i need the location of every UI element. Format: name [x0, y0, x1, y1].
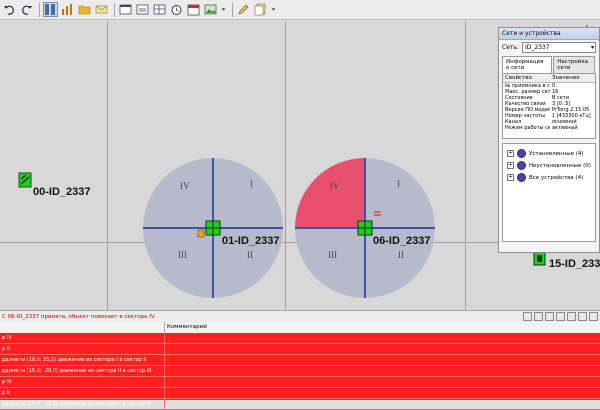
log-cell: р II [0, 388, 165, 398]
table-row[interactable]: р II [0, 344, 600, 355]
node-label: 15-ID_2337 [549, 258, 600, 270]
table-row[interactable]: р II [0, 388, 600, 399]
device-group-icon [517, 149, 526, 158]
close-icon[interactable] [589, 312, 598, 321]
tree-item-label: Установленные (4) [529, 150, 584, 157]
log-cell: р II [0, 344, 165, 354]
sector-label-i: I [397, 179, 400, 189]
network-select[interactable]: ID_2337 [521, 42, 596, 53]
window-list-icon[interactable] [135, 2, 150, 17]
networks-panel[interactable]: Сети и устройства Сеть: ID_2337 Информац… [498, 27, 600, 253]
device-group-icon [517, 161, 526, 170]
clear-icon[interactable] [567, 312, 576, 321]
mail-icon[interactable] [94, 2, 109, 17]
window-icon[interactable] [118, 2, 133, 17]
table-row[interactable]: рдинаты (17,4; -29,0) движение из сектор… [0, 399, 600, 410]
sector-label-iii: III [328, 250, 337, 260]
expand-icon[interactable]: + [507, 150, 514, 157]
log-toolbar: С 06-ID_2337 принята, объект повисает в … [0, 310, 600, 322]
alarm-clock-icon[interactable] [169, 2, 184, 17]
tree-item-installed[interactable]: + Установленные (4) [507, 149, 595, 158]
chevron-down-icon[interactable] [220, 2, 227, 17]
property-key: Режим работы сети [505, 125, 550, 131]
log-title: С 06-ID_2337 принята, объект повисает в … [2, 313, 155, 320]
sector-label-ii: II [398, 250, 404, 260]
sector-label-iii: III [178, 250, 187, 260]
table-row[interactable]: рдинаты (15,0; -29,0) движение из сектор… [0, 366, 600, 377]
device-group-icon [517, 173, 526, 182]
log-cell: рдинаты (15,0; -29,0) движение из сектор… [0, 366, 165, 376]
table-row[interactable]: рдинаты (19,0; 25,5) движение из сектора… [0, 355, 600, 366]
grid-view-icon[interactable] [43, 2, 58, 17]
column-header[interactable] [0, 322, 165, 333]
node-label: 06-ID_2337 [373, 235, 431, 247]
export-icon[interactable] [545, 312, 554, 321]
toolbar-separator [114, 2, 115, 17]
toolbar [0, 0, 600, 20]
undo-icon[interactable] [2, 2, 17, 17]
lock-icon [197, 229, 205, 238]
table-row[interactable]: р IV [0, 333, 600, 344]
node-label: 01-ID_2337 [222, 235, 280, 247]
expand-icon[interactable]: + [507, 174, 514, 181]
filter-icon[interactable] [534, 312, 543, 321]
redo-icon[interactable] [19, 2, 34, 17]
image-icon[interactable] [203, 2, 218, 17]
log-cell: рдинаты (19,0; 25,5) движение из сектора… [0, 355, 165, 365]
sector-label-ii: II [247, 250, 253, 260]
tab-network-info[interactable]: Информация о сети [502, 56, 553, 73]
table-row: Режим работы сетиактивный [503, 125, 595, 131]
column-header[interactable]: Значение [550, 74, 595, 82]
sector-label-i: I [250, 179, 253, 189]
network-selector-row: Сеть: ID_2337 [499, 40, 599, 55]
chart-icon[interactable] [60, 2, 75, 17]
log-cell: р III [0, 377, 165, 387]
log-cell: р IV [0, 333, 165, 343]
calendar-icon[interactable] [186, 2, 201, 17]
column-header[interactable]: Свойство [503, 74, 550, 82]
table-icon[interactable] [152, 2, 167, 17]
panel-title: Сети и устройства [499, 28, 599, 40]
property-value: активный [551, 125, 578, 131]
active-sector [295, 158, 365, 228]
print-icon[interactable] [556, 312, 565, 321]
log-table: р IV р II рдинаты (19,0; 25,5) движение … [0, 333, 600, 410]
sector-label-iv: IV [180, 181, 190, 191]
node-label: 00-ID_2337 [33, 186, 91, 198]
table-header: Свойство Значение [503, 74, 595, 83]
toolbar-separator [39, 2, 40, 17]
chevron-down-icon[interactable] [270, 2, 277, 17]
documents-icon[interactable] [253, 2, 268, 17]
tree-item-label: Неустановленные (0) [529, 162, 591, 169]
sector-label-iv: IV [330, 181, 340, 191]
tab-network-settings[interactable]: Настройка сети [553, 56, 595, 73]
refresh-icon[interactable] [523, 312, 532, 321]
tree-item-not-installed[interactable]: + Неустановленные (0) [507, 161, 595, 170]
properties-table: Свойство Значение № приемника в сети0 Ма… [502, 73, 596, 139]
log-actions [521, 312, 598, 321]
edit-icon[interactable] [236, 2, 251, 17]
log-cell: рдинаты (17,4; -29,0) движение из сектор… [0, 399, 165, 409]
expand-icon[interactable]: + [507, 162, 514, 169]
tree-item-label: Все устройства (4) [529, 174, 584, 181]
settings-icon[interactable] [578, 312, 587, 321]
device-tree: + Установленные (4) + Неустановленные (0) … [502, 143, 596, 242]
folder-icon[interactable] [77, 2, 92, 17]
toolbar-separator [232, 2, 233, 17]
tree-item-all[interactable]: + Все устройства (4) [507, 173, 595, 182]
column-header-comment[interactable]: Комментарий [165, 322, 207, 333]
table-row[interactable]: р III [0, 377, 600, 388]
panel-tabs: Информация о сети Настройка сети [499, 56, 599, 73]
network-label: Сеть: [502, 44, 519, 51]
